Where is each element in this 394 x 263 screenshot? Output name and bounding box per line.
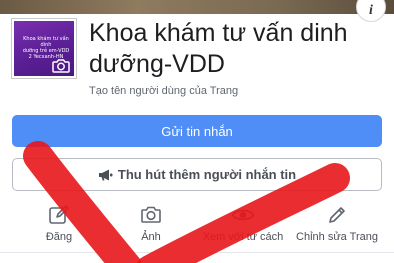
avatar-caption-line: Khoa khám tư vấn dinh <box>23 36 69 48</box>
promote-label: Thu hút thêm người nhắn tin <box>117 167 297 182</box>
cover-photo-strip <box>0 0 394 14</box>
create-username-link[interactable]: Tạo tên người dùng của Trang <box>89 85 238 97</box>
info-icon: i <box>369 3 373 18</box>
pencil-icon <box>329 207 345 223</box>
camera-icon <box>141 206 161 223</box>
action-post[interactable]: Đăng <box>39 204 79 250</box>
edit-icon <box>49 205 69 224</box>
send-message-label: Gửi tin nhắn <box>161 123 233 139</box>
action-label: Ảnh <box>141 231 161 243</box>
page-title: Khoa khám tư vấn dinh dưỡng-VDD <box>89 18 379 80</box>
page-title-line: dưỡng-VDD <box>89 50 225 78</box>
camera-icon[interactable] <box>51 57 71 74</box>
action-view-as[interactable]: Xem với tư cách <box>196 204 290 250</box>
promote-messages-button[interactable]: Thu hút thêm người nhắn tin <box>12 158 382 191</box>
send-message-button[interactable]: Gửi tin nhắn <box>12 115 382 147</box>
action-label: Chỉnh sửa Trang <box>296 231 378 243</box>
page-title-line: Khoa khám tư vấn dinh <box>89 19 348 47</box>
action-label: Đăng <box>45 231 73 243</box>
megaphone-icon <box>98 169 113 180</box>
action-edit-page[interactable]: Chỉnh sửa Trang <box>290 204 384 250</box>
action-photo[interactable]: Ảnh <box>131 204 171 250</box>
profile-avatar[interactable]: Khoa khám tư vấn dinh dưỡng trẻ em-VDD 2… <box>12 19 76 78</box>
eye-icon <box>231 209 255 221</box>
divider <box>0 252 394 253</box>
page-actions-bar: Đăng Ảnh Xem với tư cách Chỉnh sửa Trang <box>0 204 394 250</box>
action-label: Xem với tư cách <box>202 231 284 243</box>
